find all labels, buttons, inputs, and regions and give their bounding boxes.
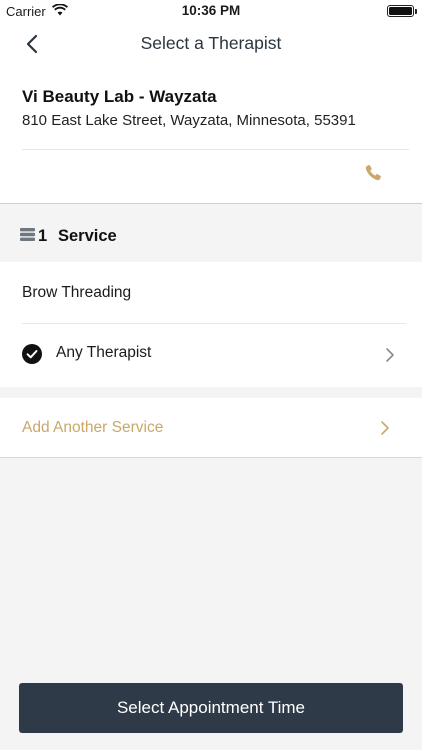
- service-count: 1: [38, 227, 48, 245]
- service-name: Brow Threading: [22, 284, 132, 301]
- add-another-service-row[interactable]: Add Another Service: [0, 398, 422, 458]
- status-time: 10:36 PM: [181, 3, 241, 18]
- salon-name: Vi Beauty Lab - Wayzata: [22, 87, 217, 106]
- service-card: Brow Threading Any Therapist: [0, 262, 422, 387]
- services-section-header: 1 Service: [0, 205, 422, 262]
- salon-info-card: Vi Beauty Lab - Wayzata 810 East Lake St…: [0, 66, 422, 204]
- service-stack-icon: [20, 228, 35, 241]
- status-bar: Carrier 10:36 PM: [0, 0, 422, 22]
- divider: [22, 149, 409, 150]
- chevron-right-icon: [381, 421, 389, 435]
- services-title: Service: [58, 227, 117, 245]
- salon-address: 810 East Lake Street, Wayzata, Minnesota…: [22, 112, 356, 129]
- add-another-service-label: Add Another Service: [22, 419, 164, 436]
- navigation-bar: Select a Therapist: [0, 22, 422, 66]
- phone-icon[interactable]: [363, 163, 383, 183]
- checkmark-circle-icon: [22, 344, 42, 364]
- battery-icon: [387, 5, 417, 17]
- therapist-label: Any Therapist: [56, 344, 152, 361]
- page-title: Select a Therapist: [140, 33, 282, 53]
- select-appointment-time-button[interactable]: Select Appointment Time: [19, 683, 403, 733]
- therapist-selector-row[interactable]: Any Therapist: [0, 324, 422, 386]
- chevron-right-icon: [386, 348, 394, 362]
